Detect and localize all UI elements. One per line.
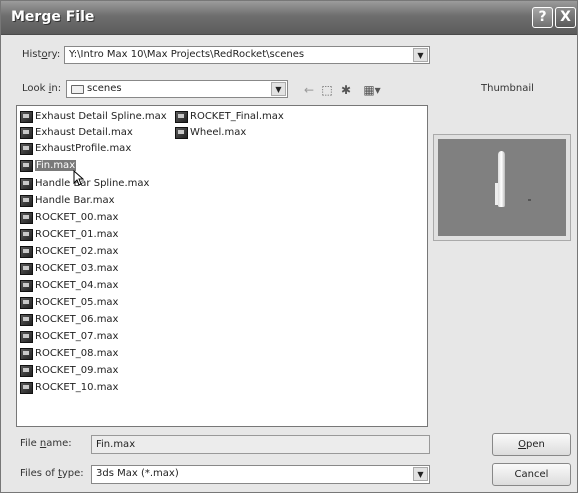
cancel-button[interactable]: Cancel — [492, 463, 571, 486]
history-label: History: — [22, 49, 61, 60]
max-file-icon — [20, 211, 33, 224]
filetype-label: Files of type: — [20, 468, 84, 479]
filetype-dropdown[interactable]: 3ds Max (*.max) ▼ — [91, 465, 430, 484]
thumbnail-marker — [528, 199, 531, 201]
help-button[interactable]: ? — [532, 7, 553, 28]
max-file-icon — [20, 142, 33, 155]
max-file-icon — [20, 194, 33, 207]
filetype-value: 3ds Max (*.max) — [96, 468, 179, 479]
thumbnail-image — [438, 139, 566, 236]
max-file-icon — [20, 159, 33, 172]
chevron-down-icon[interactable]: ▼ — [413, 467, 428, 481]
list-item[interactable]: ROCKET_01.max — [20, 227, 118, 242]
list-item[interactable]: ROCKET_08.max — [20, 346, 118, 361]
max-file-icon — [20, 228, 33, 241]
new-folder-icon[interactable]: ✱ — [338, 83, 354, 97]
chevron-down-icon[interactable]: ▼ — [413, 48, 428, 62]
max-file-icon — [175, 110, 188, 123]
list-item[interactable]: Wheel.max — [175, 125, 246, 140]
history-value: Y:\Intro Max 10\Max Projects\RedRocket\s… — [69, 49, 305, 60]
merge-file-dialog: Merge File ? X History: Y:\Intro Max 10\… — [0, 0, 578, 493]
list-item[interactable]: ROCKET_00.max — [20, 210, 118, 225]
max-file-icon — [20, 110, 33, 123]
max-file-icon — [20, 245, 33, 258]
list-item-selected[interactable]: Fin.max — [20, 158, 77, 173]
list-item[interactable]: ROCKET_04.max — [20, 278, 118, 293]
list-item[interactable]: Handle Bar.max — [20, 193, 115, 208]
filename-value: Fin.max — [96, 439, 136, 450]
max-file-icon — [20, 330, 33, 343]
filename-input[interactable]: Fin.max — [91, 435, 430, 454]
max-file-icon — [20, 126, 33, 139]
max-file-icon — [20, 364, 33, 377]
thumbnail-label: Thumbnail — [481, 83, 534, 94]
max-file-icon — [175, 126, 188, 139]
folder-icon — [71, 85, 84, 94]
list-item[interactable]: Handle Bar Spline.max — [20, 176, 149, 191]
lookin-dropdown[interactable]: scenes ▼ — [66, 80, 288, 98]
close-button[interactable]: X — [555, 7, 576, 28]
history-dropdown[interactable]: Y:\Intro Max 10\Max Projects\RedRocket\s… — [64, 46, 430, 64]
open-button[interactable]: Open — [492, 433, 571, 456]
back-icon[interactable]: ← — [301, 83, 317, 97]
lookin-label: Look in: — [22, 83, 62, 94]
filename-label: File name: — [20, 438, 72, 449]
max-file-icon — [20, 313, 33, 326]
file-list[interactable]: Exhaust Detail Spline.max Exhaust Detail… — [16, 105, 428, 427]
mouse-cursor-icon — [73, 170, 84, 186]
thumbnail-frame — [433, 134, 571, 241]
list-item[interactable]: ROCKET_03.max — [20, 261, 118, 276]
list-item[interactable]: ROCKET_06.max — [20, 312, 118, 327]
list-item[interactable]: ROCKET_07.max — [20, 329, 118, 344]
chevron-down-icon[interactable]: ▼ — [271, 82, 286, 96]
max-file-icon — [20, 262, 33, 275]
list-item[interactable]: ROCKET_02.max — [20, 244, 118, 259]
list-item[interactable]: ROCKET_Final.max — [175, 109, 284, 124]
list-item[interactable]: ROCKET_10.max — [20, 380, 118, 395]
max-file-icon — [20, 296, 33, 309]
dialog-title: Merge File — [11, 9, 95, 25]
up-folder-icon[interactable]: ⬚ — [319, 83, 335, 97]
rocket-fin-edge — [495, 183, 498, 205]
max-file-icon — [20, 279, 33, 292]
max-file-icon — [20, 381, 33, 394]
max-file-icon — [20, 177, 33, 190]
view-menu-icon[interactable]: ▦▾ — [359, 83, 385, 97]
list-item[interactable]: ROCKET_09.max — [20, 363, 118, 378]
list-item[interactable]: ExhaustProfile.max — [20, 141, 131, 156]
max-file-icon — [20, 347, 33, 360]
rocket-fin-model — [498, 151, 505, 207]
lookin-value: scenes — [87, 83, 122, 94]
title-bar[interactable]: Merge File ? X — [1, 1, 577, 35]
list-item[interactable]: ROCKET_05.max — [20, 295, 118, 310]
list-item[interactable]: Exhaust Detail Spline.max — [20, 109, 167, 124]
list-item[interactable]: Exhaust Detail.max — [20, 125, 133, 140]
